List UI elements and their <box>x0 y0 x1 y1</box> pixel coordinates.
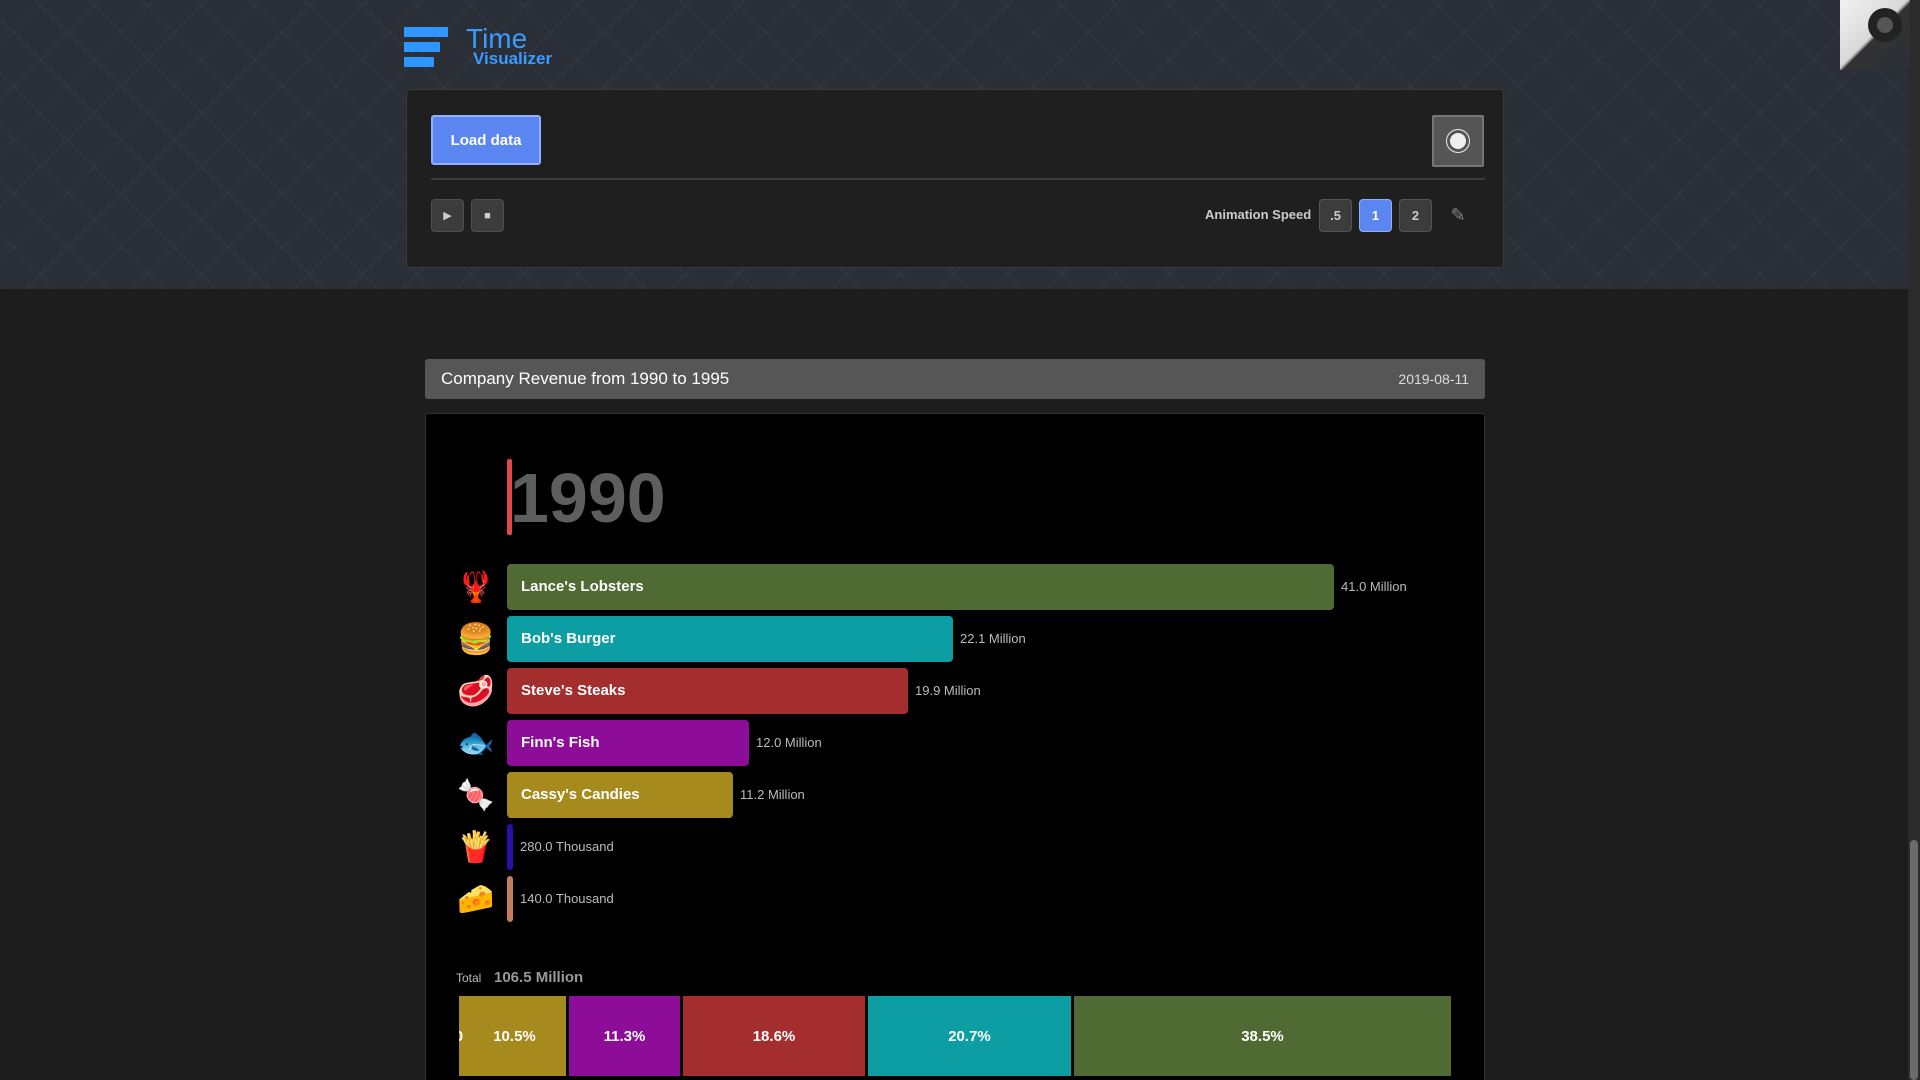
total-label: Total <box>456 971 482 985</box>
app-subtitle: Visualizer <box>473 49 553 68</box>
bar: Steve's Steaks <box>507 668 908 714</box>
burger-icon: 🍔 <box>457 622 495 656</box>
bar-row: 🐟 Finn's Fish 12.0 Million <box>426 720 1484 766</box>
bar-row: 🍬 Cassy's Candies 11.2 Million <box>426 772 1484 818</box>
divider <box>431 178 1485 180</box>
bar-row: 🍟 280.0 Thousand <box>426 824 1484 870</box>
cheese-icon: 🧀 <box>457 882 495 916</box>
fish-icon: 🐟 <box>457 726 495 760</box>
bar-row: 🥩 Steve's Steaks 19.9 Million <box>426 668 1484 714</box>
bar-label: Lance's Lobsters <box>521 578 644 595</box>
bar: Cassy's Candies <box>507 772 733 818</box>
bar-value-label: 280.0 Thousand <box>520 839 614 854</box>
speed-1-button[interactable]: 1 <box>1359 199 1392 232</box>
total-value: 106.5 Million <box>494 969 584 986</box>
chart-header: Company Revenue from 1990 to 1995 2019-0… <box>425 359 1485 399</box>
bar: Lance's Lobsters <box>507 564 1334 610</box>
share-segment: 10.5% <box>463 996 566 1076</box>
bar-value-label: 140.0 Thousand <box>520 891 614 906</box>
sun-icon <box>1450 133 1466 149</box>
stop-button[interactable]: ■ <box>471 199 504 232</box>
share-segment: 20.7% <box>868 996 1071 1076</box>
bar-label: Cassy's Candies <box>521 786 640 803</box>
bar <box>507 824 513 870</box>
scrollbar-thumb[interactable] <box>1910 840 1918 1080</box>
bar: Bob's Burger <box>507 616 953 662</box>
speed-half-button[interactable]: .5 <box>1319 199 1352 232</box>
chart-title: Company Revenue from 1990 to 1995 <box>441 369 730 388</box>
bar-row: 🧀 140.0 Thousand <box>426 876 1484 922</box>
bar-value-label: 11.2 Million <box>740 787 805 802</box>
animation-speed-label: Animation Speed <box>1205 207 1312 222</box>
bar-row: 🍔 Bob's Burger 22.1 Million <box>426 616 1484 662</box>
lobster-icon: 🦞 <box>457 570 495 604</box>
github-icon <box>1868 8 1902 42</box>
bar-row: 🦞 Lance's Lobsters 41.0 Million <box>426 564 1484 610</box>
app-logo: Time Visualizer <box>404 23 604 73</box>
theme-toggle-button[interactable] <box>1432 115 1484 167</box>
share-segment: 11.3% <box>569 996 680 1076</box>
github-corner[interactable] <box>1840 0 1910 70</box>
load-data-button[interactable]: Load data <box>431 115 541 165</box>
year-label: 1990 <box>510 459 666 537</box>
speed-2-button[interactable]: 2 <box>1399 199 1432 232</box>
fries-icon: 🍟 <box>457 830 495 864</box>
bar: Finn's Fish <box>507 720 749 766</box>
share-bar: 0.10.5%11.3%18.6%20.7%38.5% <box>459 996 1454 1076</box>
play-icon: ▶ <box>443 210 452 222</box>
play-button[interactable]: ▶ <box>431 199 464 232</box>
bar-value-label: 22.1 Million <box>960 631 1026 646</box>
scrollbar[interactable] <box>1908 0 1920 1080</box>
edit-icon[interactable]: ✎ <box>1446 203 1470 227</box>
bars-icon <box>404 25 448 69</box>
share-segment: 18.6% <box>683 996 865 1076</box>
bar-chart-race: 1990 🦞 Lance's Lobsters 41.0 Million 🍔 Bob's… <box>425 413 1485 1080</box>
share-segment: 38.5% <box>1074 996 1451 1076</box>
bar-value-label: 19.9 Million <box>915 683 981 698</box>
candy-icon: 🍬 <box>457 778 495 812</box>
bar <box>507 876 513 922</box>
bar-value-label: 41.0 Million <box>1341 579 1407 594</box>
bar-label: Bob's Burger <box>521 630 616 647</box>
stop-icon: ■ <box>484 209 491 222</box>
chart-date: 2019-08-11 <box>1398 371 1469 387</box>
steak-icon: 🥩 <box>457 674 495 708</box>
bar-label: Finn's Fish <box>521 734 600 751</box>
bar-value-label: 12.0 Million <box>756 735 822 750</box>
control-panel: Load data ▶ ■ Animation Speed .5 1 2 ✎ <box>406 89 1504 268</box>
bar-label: Steve's Steaks <box>521 682 626 699</box>
